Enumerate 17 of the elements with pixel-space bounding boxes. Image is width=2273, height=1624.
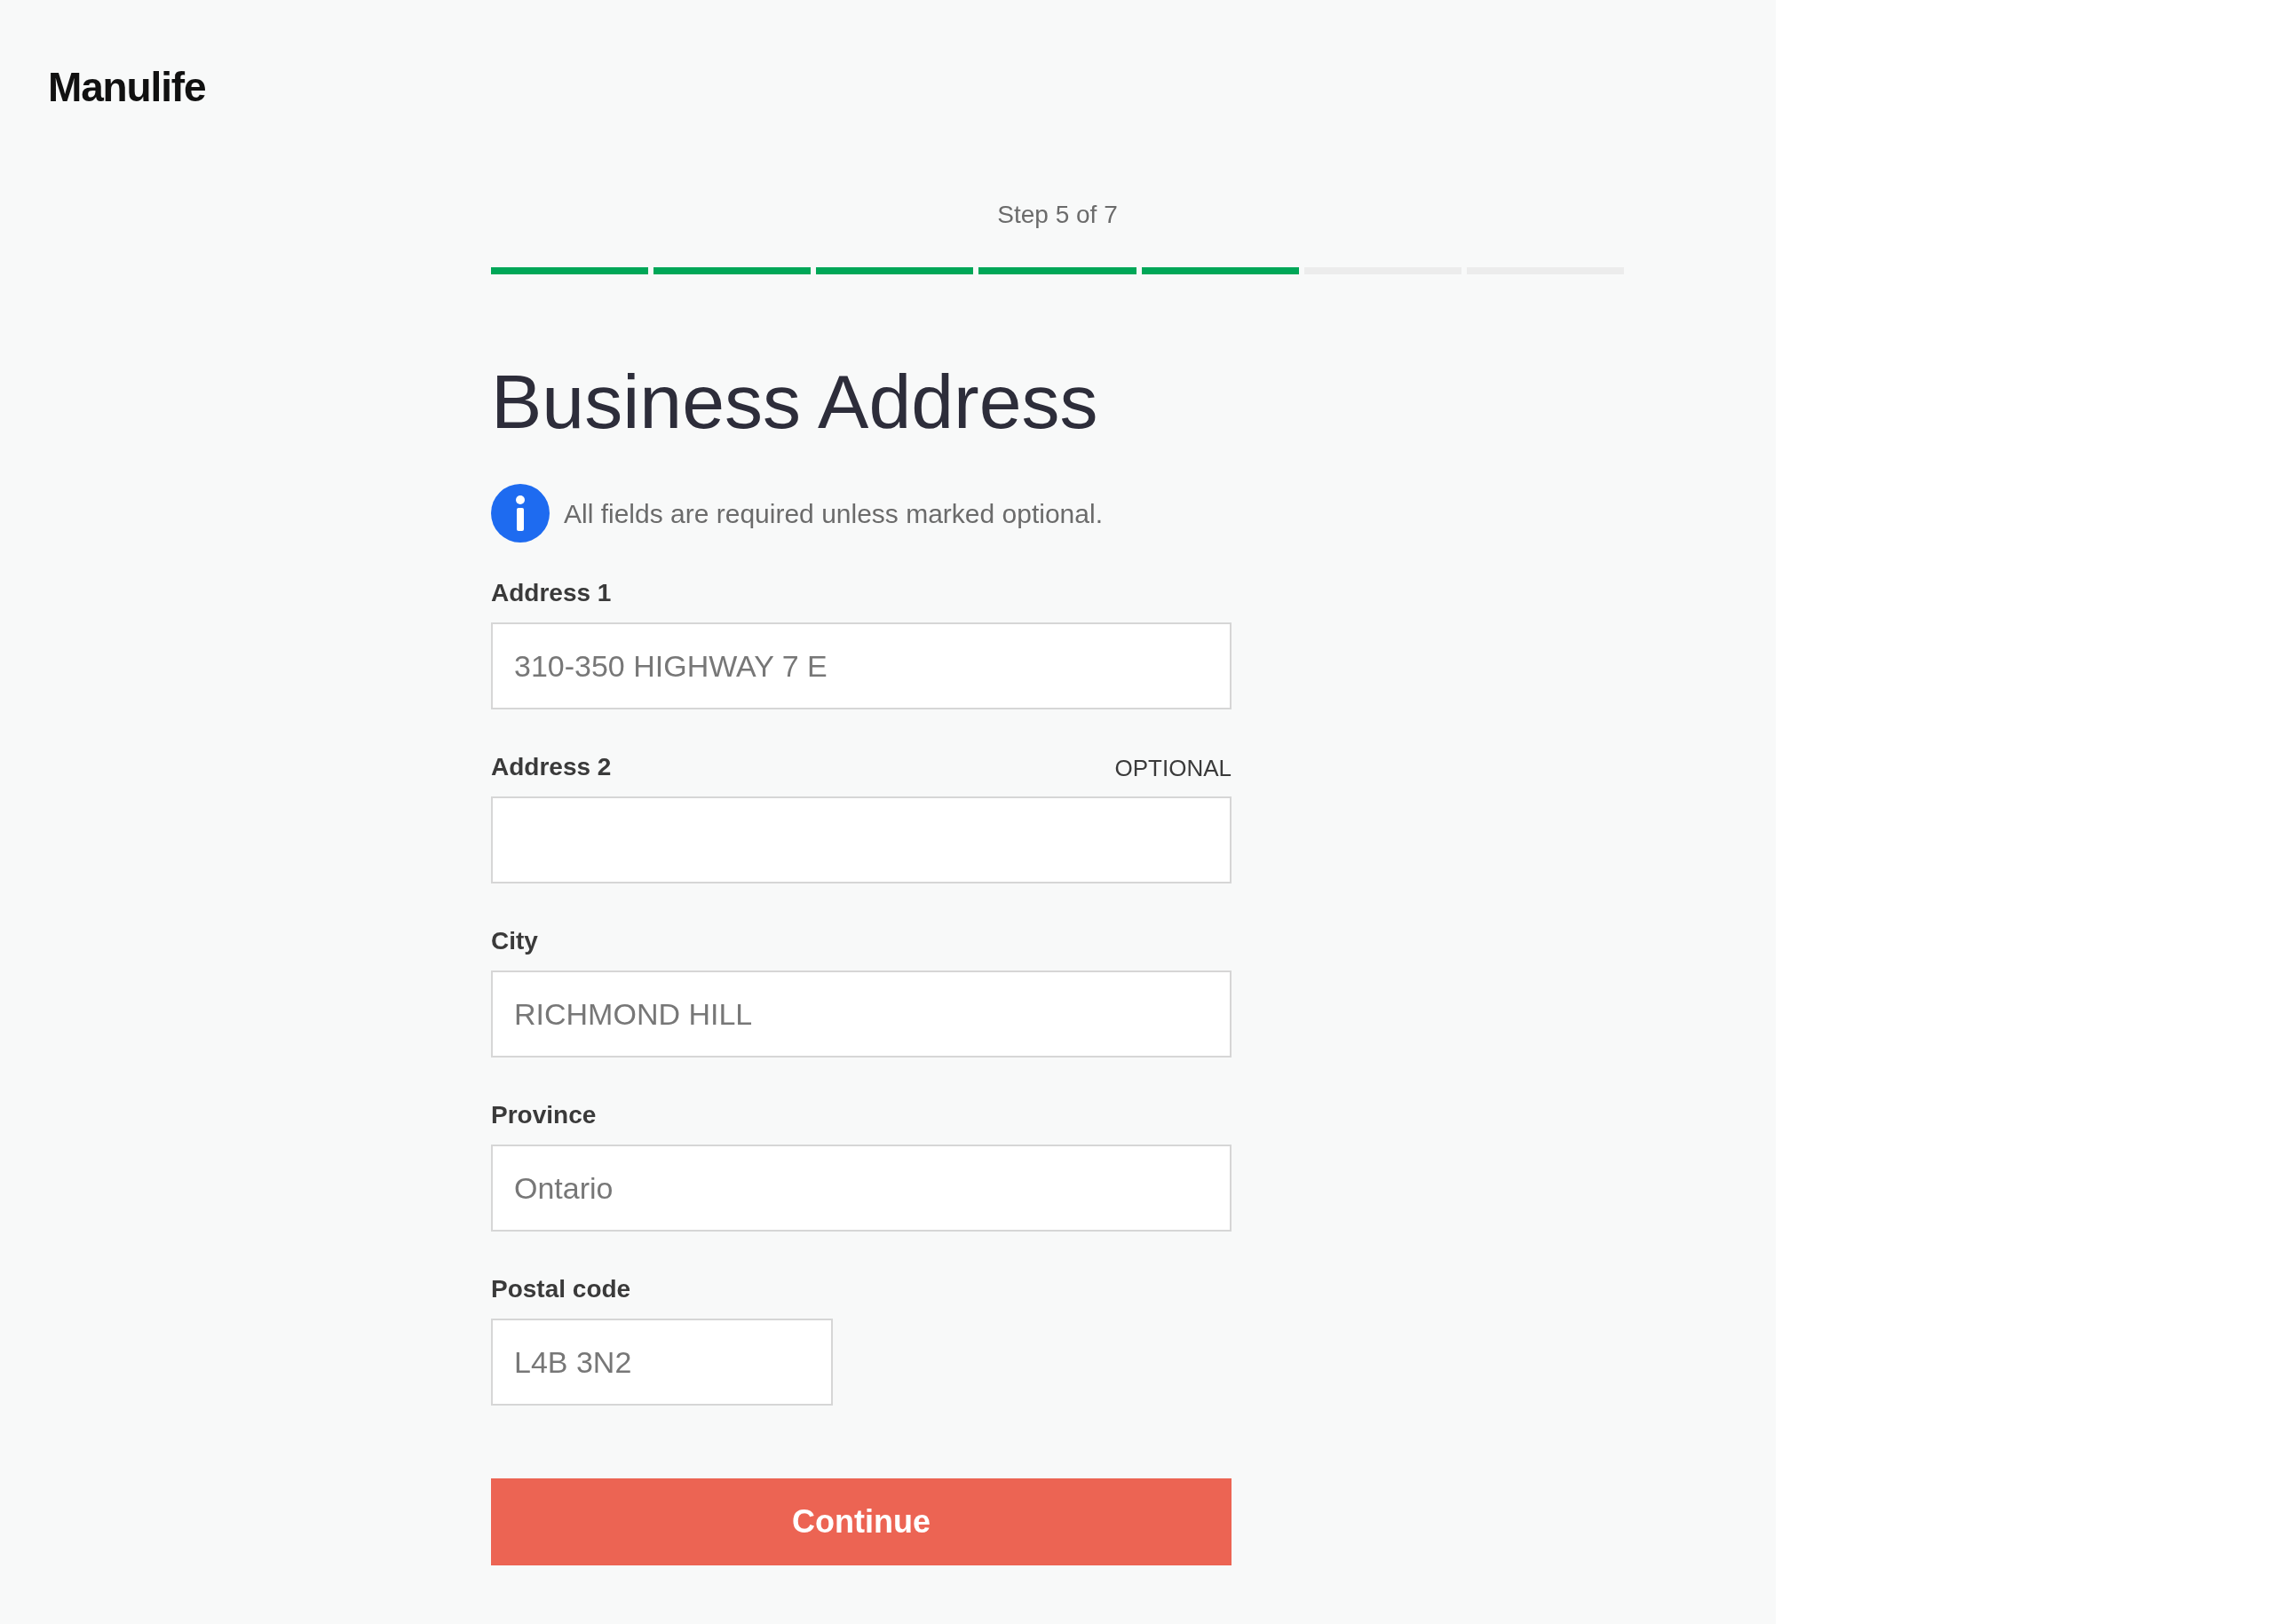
- logo: Manulife: [48, 64, 206, 110]
- field-label: Address 2: [491, 752, 612, 782]
- page-title: Business Address: [491, 363, 1099, 440]
- continue-button[interactable]: Continue: [491, 1478, 1232, 1565]
- input-field[interactable]: Ontario: [491, 1145, 1232, 1232]
- input-field[interactable]: [491, 796, 1232, 883]
- step-label: Step 5 of 7: [997, 200, 1118, 230]
- notice-text: All fields are required unless marked optional.: [564, 497, 1103, 530]
- input-field[interactable]: RICHMOND HILL: [491, 970, 1232, 1058]
- info-icon: [491, 484, 550, 543]
- field-label: City: [491, 926, 538, 956]
- field-label: Postal code: [491, 1274, 631, 1304]
- field-label: Province: [491, 1100, 597, 1130]
- input-field[interactable]: 310-350 HIGHWAY 7 E: [491, 622, 1232, 709]
- input-field[interactable]: L4B 3N2: [491, 1319, 833, 1406]
- field-label: Address 1: [491, 578, 612, 608]
- optional-tag: OPTIONAL: [1114, 751, 1232, 786]
